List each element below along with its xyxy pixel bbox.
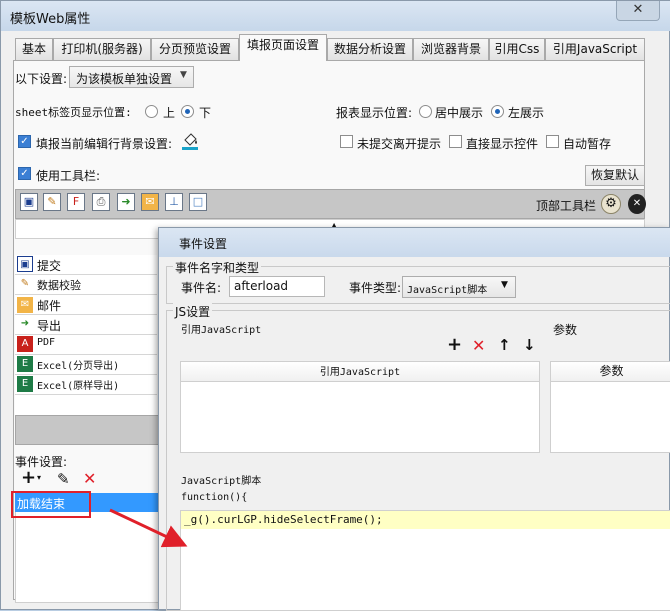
no-leave-prompt-checkbox[interactable] [340, 135, 353, 148]
use-toolbar-label: 使用工具栏: [36, 169, 101, 183]
export-icon[interactable]: ➜ [117, 193, 135, 211]
tab-printer[interactable]: 打印机(服务器) [53, 38, 151, 60]
list-empty-space [15, 395, 157, 415]
restore-default-button[interactable]: 恢复默认 [585, 165, 645, 186]
list-item[interactable]: ✎ 数据校验 [15, 275, 157, 295]
direct-show-checkbox[interactable] [449, 135, 462, 148]
pdf-icon: A [17, 336, 33, 352]
gear-icon[interactable]: ⚙ [601, 194, 621, 214]
annotation-highlight-box [11, 491, 91, 518]
list-footer-bar [15, 415, 159, 445]
tab-fill-page-settings[interactable]: 填报页面设置 [239, 34, 327, 61]
ref-js-table: 引用JavaScript [180, 361, 540, 453]
title-bar: 模板Web属性 ✕ [1, 1, 670, 31]
params-table: 参数 [550, 361, 670, 453]
hierarchy-icon[interactable]: ⊥ [165, 193, 183, 211]
close-icon[interactable]: ✕ [628, 194, 646, 214]
edit-icon[interactable]: ✎ [57, 470, 70, 488]
add-icon[interactable]: + [447, 334, 462, 355]
window-title: 模板Web属性 [10, 12, 91, 27]
event-settings-dialog: 事件设置 事件名字和类型 事件名: afterload 事件类型: JavaSc… [158, 227, 670, 611]
tab-browser-background[interactable]: 浏览器背景 [413, 38, 489, 60]
arrow-down-icon[interactable]: ↓ [523, 336, 536, 354]
sheet-tab-position-label: sheet标签页显示位置: [15, 106, 132, 119]
excel-icon: E [17, 356, 33, 372]
save-icon[interactable]: ▣ [20, 193, 38, 211]
list-item[interactable]: ➜ 导出 [15, 315, 157, 335]
edit-row-bg-label: 填报当前编辑行背景设置: [36, 137, 173, 151]
dialog-title-bar: 事件设置 [159, 228, 670, 257]
sheet-tab-top-label: 上 [163, 106, 176, 120]
dialog-title: 事件设置 [179, 237, 228, 251]
delete-icon[interactable]: ✕ [472, 336, 485, 355]
event-name-value: afterload [234, 279, 289, 293]
sheet-tab-bottom-label: 下 [199, 106, 212, 120]
excel-icon: E [17, 376, 33, 392]
validate-icon: ✎ [20, 278, 30, 289]
event-type-value: JavaScript脚本 [407, 285, 488, 296]
scope-dropdown[interactable]: 为该模板单独设置 ▼ [69, 66, 194, 88]
arrow-up-icon[interactable]: ↑ [498, 336, 511, 354]
mail-icon[interactable]: ✉ [141, 193, 159, 211]
list-item[interactable]: E Excel(分页导出) [15, 355, 157, 375]
window-icon[interactable]: □ [189, 193, 207, 211]
auto-save-checkbox[interactable] [546, 135, 559, 148]
scope-label: 以下设置: [15, 72, 68, 86]
delete-icon[interactable]: ✕ [83, 469, 96, 488]
tab-page-preview[interactable]: 分页预览设置 [151, 38, 239, 60]
annotation-arrow [109, 508, 188, 548]
scope-value: 为该模板单独设置 [76, 72, 173, 86]
chevron-down-icon: ▼ [180, 70, 187, 80]
direct-show-label: 直接显示控件 [466, 137, 539, 151]
mail-icon: ✉ [17, 297, 33, 313]
tab-data-analysis[interactable]: 数据分析设置 [327, 38, 413, 60]
list-item[interactable]: E Excel(原样导出) [15, 375, 157, 395]
sheet-tab-bottom-radio[interactable] [181, 105, 194, 118]
print-icon[interactable]: ⎙ [92, 193, 110, 211]
js-settings-title: JS设置 [173, 303, 213, 320]
report-left-label: 左展示 [508, 106, 545, 120]
sheet-tab-top-radio[interactable] [145, 105, 158, 118]
list-item[interactable]: ▣ 提交 [15, 255, 157, 275]
list-item[interactable]: A PDF [15, 335, 157, 355]
script-editor[interactable]: _g().curLGP.hideSelectFrame(); [180, 510, 670, 611]
report-left-radio[interactable] [491, 105, 504, 118]
auto-save-label: 自动暂存 [563, 137, 612, 151]
ref-js-label: 引用JavaScript [181, 325, 262, 336]
report-center-radio[interactable] [419, 105, 432, 118]
event-type-label: 事件类型: [349, 281, 402, 295]
chevron-down-icon[interactable]: ▾ [37, 473, 41, 482]
export-icon: ➜ [20, 318, 30, 329]
event-name-type-title: 事件名字和类型 [173, 259, 262, 276]
event-name-input[interactable]: afterload [229, 276, 325, 297]
tab-ref-javascript[interactable]: 引用JavaScript [545, 38, 645, 60]
use-toolbar-checkbox[interactable]: ✓ [18, 167, 31, 180]
save-icon: ▣ [17, 256, 33, 272]
top-toolbar-label: 顶部工具栏 [536, 199, 597, 213]
event-name-label: 事件名: [181, 281, 222, 295]
ref-js-header-text: 引用JavaScript [319, 367, 401, 378]
script-label: JavaScript脚本 [181, 476, 262, 487]
add-icon[interactable]: + [21, 467, 36, 488]
list-item[interactable]: ✉ 邮件 [15, 295, 157, 315]
chevron-down-icon: ▼ [501, 280, 508, 290]
no-leave-prompt-label: 未提交离开提示 [357, 137, 442, 151]
validate-icon[interactable]: ✎ [43, 193, 61, 211]
code-line-2: _g().curLGP.hideSelectFrame(); [184, 513, 383, 526]
report-center-label: 居中展示 [435, 106, 484, 120]
ref-js-header: 引用JavaScript [181, 362, 539, 382]
pdf-icon[interactable]: F [67, 193, 85, 211]
report-position-label: 报表显示位置: [336, 106, 413, 120]
params-header-text: 参数 [599, 364, 624, 378]
params-label: 参数 [553, 323, 578, 337]
edit-row-bg-checkbox[interactable]: ✓ [18, 135, 31, 148]
paint-bucket-icon[interactable] [180, 131, 200, 151]
event-type-dropdown[interactable]: JavaScript脚本 ▼ [402, 276, 516, 298]
params-header: 参数 [551, 362, 670, 382]
tab-ref-css[interactable]: 引用Css [489, 38, 545, 60]
close-button[interactable]: ✕ [616, 1, 660, 21]
tab-basic[interactable]: 基本 [15, 38, 53, 60]
